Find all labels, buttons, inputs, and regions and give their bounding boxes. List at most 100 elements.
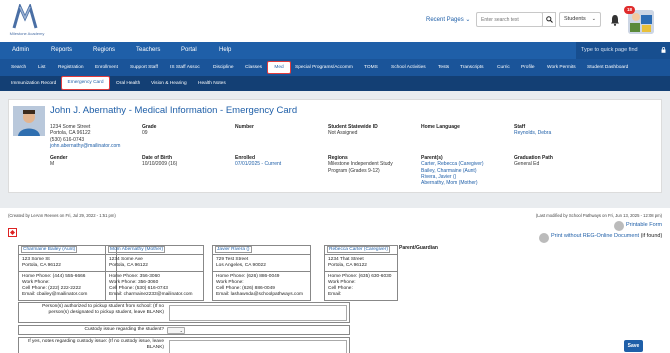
school-logo[interactable]: Milestone Academy: [7, 4, 47, 38]
recent-pages-menu[interactable]: Recent Pages ⌄: [426, 16, 470, 23]
parent-email: Email:: [328, 292, 342, 297]
regions-value-line2: Program (Grades 9-12): [328, 167, 380, 174]
subnav-med[interactable]: Med: [267, 61, 291, 74]
nav-portal[interactable]: Portal: [181, 47, 197, 53]
parent-email: Email: charmaine2233@mailinator.com: [109, 292, 193, 297]
graduation-path-value: General Ed: [514, 161, 540, 168]
student-photo: [13, 106, 45, 136]
subnav-search[interactable]: Search: [11, 65, 26, 70]
modified-by-text: (Last modified by School Pathways on Fri…: [535, 213, 662, 218]
save-button[interactable]: Save: [624, 340, 643, 352]
bell-icon[interactable]: [610, 14, 620, 26]
chevron-down-icon: ⌄: [465, 17, 471, 23]
parent-address-line2: Los Angeles, CA 90022: [216, 263, 266, 268]
lock-icon[interactable]: [661, 47, 666, 53]
parent-address-line2: Portola, CA 96122: [109, 263, 148, 268]
subnav-classes[interactable]: Classes: [245, 65, 262, 70]
tab-vision-hearing[interactable]: Vision & Hearing: [151, 81, 187, 86]
pickup-row: Person(s) authorized to pickup student f…: [18, 302, 350, 323]
parent-link[interactable]: Bailey, Charmaine (Aunt): [421, 168, 484, 174]
subnav-tests[interactable]: Tests: [438, 65, 449, 70]
custody-notes-label: If yes, notes regarding custody issue: (…: [28, 339, 164, 350]
subnav-student-dashboard[interactable]: Student Dashboard: [587, 65, 628, 70]
search-input[interactable]: [476, 12, 543, 27]
pickup-label: Person(s) authorized to pickup student f…: [42, 304, 164, 315]
subnav-transcripts[interactable]: Transcripts: [460, 65, 484, 70]
nav-reports[interactable]: Reports: [51, 47, 72, 53]
tab-health-notes[interactable]: Health Notes: [198, 81, 226, 86]
number-label: Number: [235, 124, 254, 130]
top-header: Milestone Academy Recent Pages ⌄ Student…: [0, 0, 670, 42]
tab-oral-health[interactable]: Oral Health: [116, 81, 140, 86]
nav-regions[interactable]: Regions: [93, 47, 115, 53]
subnav-special-programs[interactable]: Special Programs/Accomm: [295, 65, 353, 70]
parent-card: Charmaine Bailey (Aunt) 123 Some St Porto…: [18, 245, 117, 301]
student-info-card: John J. Abernathy - Medical Information …: [8, 99, 662, 193]
pickup-persons-textarea[interactable]: [169, 305, 347, 321]
parent-card: Mom Abernathy (Mother) 1234 Some Ave Port…: [105, 245, 204, 301]
subnav-med-label: Med: [274, 65, 284, 70]
printer-icon[interactable]: [614, 221, 624, 231]
parent-card: Rebecca Carter (Caregiver) 1234 That Str…: [324, 245, 398, 301]
subnav-enrollment[interactable]: Enrollment: [95, 65, 118, 70]
subnav-discipline[interactable]: Discipline: [213, 65, 234, 70]
nav-admin[interactable]: Admin: [12, 47, 29, 53]
subnav-curric[interactable]: Curric: [497, 65, 510, 70]
quick-find-input[interactable]: Type to quick page find: [576, 42, 670, 59]
parent-address-line2: Portola, CA 96122: [22, 263, 61, 268]
subnav-profile[interactable]: Profile: [521, 65, 535, 70]
main-nav: Admin Reports Regions Teachers Portal He…: [0, 42, 670, 59]
home-language-label: Home Language: [421, 124, 460, 130]
quick-find-placeholder: Type to quick page find: [581, 47, 638, 53]
gender-value: M: [50, 161, 55, 168]
nav-teachers[interactable]: Teachers: [136, 47, 160, 53]
tab-immunization-record[interactable]: Immunization Record: [11, 81, 56, 86]
subnav-toms[interactable]: TOMS: [364, 65, 378, 70]
created-by-text: (Created by LeAnn Reeves on Fri, Jul 29,…: [8, 213, 116, 218]
student-email-link[interactable]: john.abernathy@mailinator.com: [50, 143, 120, 149]
subnav-registration[interactable]: Registration: [58, 65, 84, 70]
print-without-label: Print without REG-Online Document: [551, 233, 640, 239]
search-scope-select[interactable]: Students ⌄: [559, 12, 601, 27]
parent-name-link[interactable]: Mom Abernathy (Mother): [108, 246, 166, 253]
tab-emergency-card-label: Emergency Card: [67, 80, 104, 85]
search-scope-value: Students: [564, 16, 586, 22]
red-alert-icon[interactable]: [8, 228, 17, 237]
ssid-value: Not Assigned: [328, 130, 358, 137]
parent-card: Javier Rivera () 729 Test Street Los Ange…: [212, 245, 311, 301]
notification-badge: 18: [624, 6, 635, 14]
milestone-logo-icon: [12, 4, 38, 29]
tab-emergency-card[interactable]: Emergency Card: [61, 76, 110, 90]
recent-pages-label: Recent Pages: [426, 17, 464, 23]
printer-icon[interactable]: [539, 233, 549, 243]
parent-name-link[interactable]: Charmaine Bailey (Aunt): [21, 246, 78, 253]
chevron-down-icon: ⌄: [591, 16, 596, 22]
staff-link[interactable]: Reynolds, Debra: [514, 130, 551, 136]
page-title: John J. Abernathy - Medical Information …: [50, 105, 298, 116]
print-without-reg-online-link[interactable]: Print without REG-Online Document (if fo…: [551, 233, 662, 239]
if-found-text: (if found): [639, 233, 663, 239]
subnav-work-permits[interactable]: Work Permits: [547, 65, 576, 70]
parent-guardian-label: Parent/Guardian: [399, 245, 438, 251]
custody-issue-select[interactable]: ⌄: [167, 327, 185, 334]
custody-notes-textarea[interactable]: [169, 340, 347, 353]
parent-link[interactable]: Carter, Rebecca (Caregiver): [421, 161, 484, 167]
parent-link[interactable]: Abernathy, Mom (Mother): [421, 180, 484, 186]
module-nav: Search List Registration Enrollment Supp…: [0, 59, 670, 76]
parent-address-line2: Portola, CA 96122: [328, 263, 367, 268]
nav-help[interactable]: Help: [219, 47, 231, 53]
parent-name-link[interactable]: Rebecca Carter (Caregiver): [327, 246, 390, 253]
subnav-is-staff-assoc[interactable]: IS Staff Assoc: [170, 65, 200, 70]
enrolled-link[interactable]: 07/01/2025 - Current: [235, 161, 281, 167]
subnav-list[interactable]: List: [38, 65, 45, 70]
subnav-school-activities[interactable]: School Activities: [391, 65, 426, 70]
search-button[interactable]: [542, 12, 556, 27]
parent-name-link[interactable]: Javier Rivera (): [215, 246, 252, 253]
custody-notes-row: If yes, notes regarding custody issue: (…: [18, 337, 350, 353]
parent-email: Email: cbailey@mailinator.com: [22, 292, 88, 297]
parent-email: Email: lashawnda@schoolpathways.com: [216, 292, 303, 297]
subnav-support-staff[interactable]: Support Staff: [130, 65, 158, 70]
printable-form-link[interactable]: Printable Form: [626, 222, 662, 228]
regions-value-line1: Milestone Independent Study: [328, 161, 393, 168]
logo-text: Milestone Academy: [9, 31, 45, 36]
